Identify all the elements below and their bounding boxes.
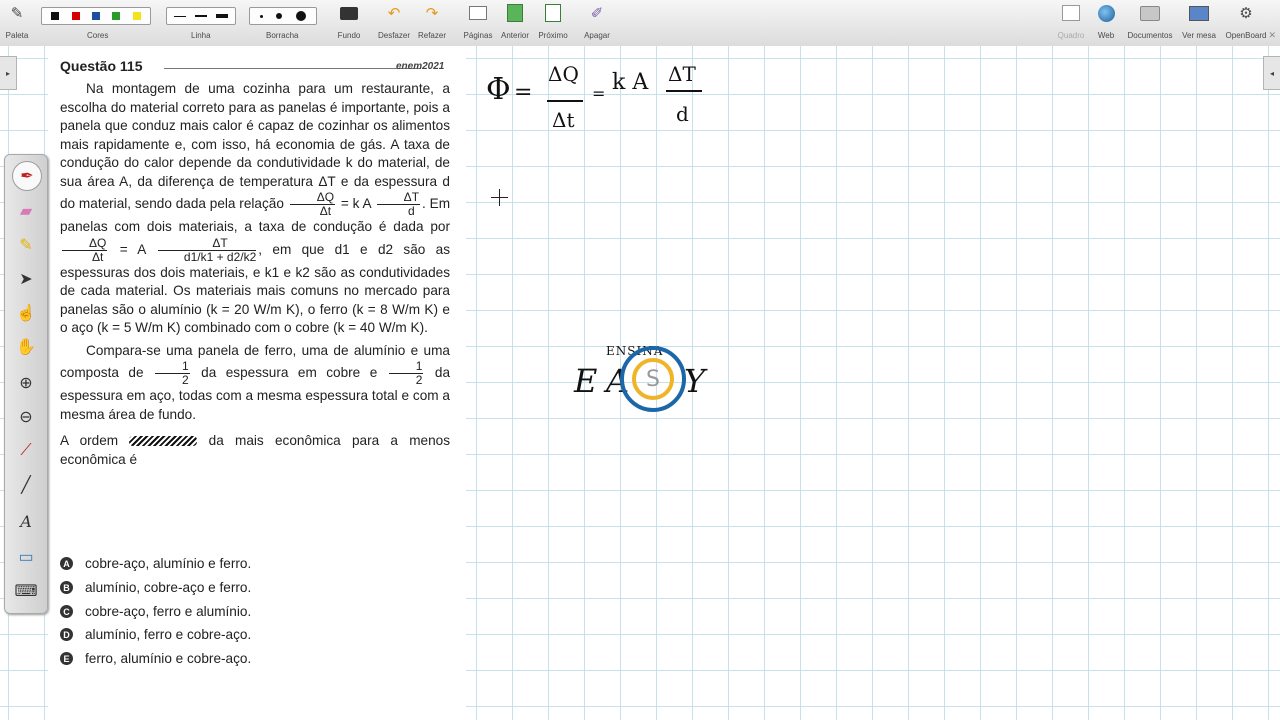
selector-tool-icon[interactable]: ➤	[12, 265, 40, 293]
web-mode-button[interactable]: Web	[1093, 2, 1119, 40]
eraser-label: Borracha	[266, 31, 299, 40]
board-mode-button[interactable]: Quadro	[1055, 2, 1087, 40]
close-icon[interactable]: ✕	[1268, 30, 1276, 41]
previous-page-button[interactable]: Anterior	[498, 2, 532, 40]
paragraph-1: Na montagem de uma cozinha para um resta…	[60, 81, 451, 335]
pen-tool-icon[interactable]: ✒	[12, 161, 42, 191]
eraser-size-selector[interactable]	[249, 7, 317, 25]
question-title: Questão 115	[60, 58, 143, 74]
ensina-easy-logo: ENSINA E A S Y	[570, 340, 710, 424]
exam-tag: enem2021	[396, 61, 445, 72]
zoom-in-icon[interactable]: ⊕	[12, 369, 40, 397]
question-page: Questão 115 enem2021 Na montagem de uma …	[48, 46, 466, 720]
gear-icon: ⚙	[1239, 5, 1253, 22]
title-rule	[164, 68, 420, 69]
hw-ka: k A	[612, 70, 649, 95]
interact-hand-icon[interactable]: ☝	[12, 299, 40, 327]
brush-icon: ✎	[10, 5, 24, 22]
redo-arrow-icon: ↷	[425, 5, 439, 22]
globe-icon	[1095, 2, 1117, 24]
documents-button[interactable]: Documentos	[1124, 2, 1176, 40]
option-a[interactable]: Acobre-aço, alumínio e ferro.	[60, 556, 251, 571]
palette-button[interactable]: ✎ Paleta	[4, 2, 30, 40]
expand-left-icon: ▸	[5, 68, 10, 78]
line-width-selector[interactable]	[166, 7, 236, 25]
pages-button[interactable]: Páginas	[462, 2, 494, 40]
color-selector[interactable]	[41, 7, 151, 25]
small-eraser-option[interactable]	[259, 14, 263, 18]
fraction-half-2: 12	[388, 360, 424, 387]
medium-eraser-option[interactable]	[276, 13, 283, 19]
option-b[interactable]: Balumínio, cobre-aço e ferro.	[60, 580, 251, 595]
eraser-tool-icon[interactable]: ▰	[12, 197, 40, 225]
openboard-menu-button[interactable]: ⚙ OpenBoard	[1224, 2, 1268, 40]
show-desktop-button[interactable]: Ver mesa	[1180, 2, 1218, 40]
hw-den2: d	[676, 102, 689, 126]
grid-background-icon	[338, 2, 360, 24]
right-panel-toggle[interactable]: ◂	[1263, 56, 1280, 90]
scribble-mark	[129, 436, 198, 447]
tools-palette: ✒ ▰ ✎ ➤ ☝ ✋ ⊕ ⊖ ⟋ ╱ A ▭ ⌨	[4, 154, 48, 614]
laser-pointer-icon[interactable]: ⟋	[12, 437, 40, 465]
line-tool-icon[interactable]: ╱	[12, 471, 40, 499]
fraction-dq-dt-2: ΔQ Δt	[62, 236, 108, 264]
hw-num2: ΔT	[668, 62, 696, 86]
left-panel-toggle[interactable]: ▸	[0, 56, 17, 90]
redo-button[interactable]: ↷ Refazer	[416, 2, 448, 40]
thin-line-option[interactable]	[174, 15, 187, 17]
color-green-swatch[interactable]	[112, 12, 121, 20]
hw-fraction-bar-1	[547, 100, 583, 102]
fraction-dq-dt: ΔQ Δt	[289, 191, 336, 218]
hw-equals-2: =	[592, 84, 606, 103]
hw-phi: Φ	[486, 72, 511, 107]
thick-line-option[interactable]	[215, 14, 228, 18]
capture-tool-icon[interactable]: ▭	[12, 543, 40, 571]
fraction-half: 12	[154, 360, 190, 387]
zoom-out-icon[interactable]: ⊖	[12, 403, 40, 431]
medium-line-option[interactable]	[194, 15, 207, 17]
fraction-two-materials: ΔT d1/k1 + d2/k2	[157, 236, 257, 264]
color-blue-swatch[interactable]	[91, 12, 100, 20]
logo-inner-ring: S	[632, 358, 674, 400]
color-yellow-swatch[interactable]	[132, 12, 141, 20]
colors-label: Cores	[87, 31, 109, 40]
fraction-dt-d: ΔT d	[376, 191, 421, 218]
paragraph-2: Compara-se uma panela de ferro, uma de a…	[60, 342, 451, 422]
crosshair-cursor-v	[499, 189, 500, 206]
hw-equals: =	[514, 80, 533, 105]
erase-board-icon: ✐	[590, 5, 604, 22]
keyboard-icon[interactable]: ⌨	[12, 577, 40, 605]
question-text: Na montagem de uma cozinha para um resta…	[60, 80, 450, 469]
hw-den1: Δt	[552, 108, 575, 132]
text-tool-icon[interactable]: A	[12, 507, 40, 535]
next-page-icon	[542, 2, 564, 24]
add-page-icon	[467, 2, 489, 24]
paragraph-3: A ordem da mais econômica para a menos e…	[60, 433, 451, 467]
hw-fraction-bar-2	[666, 90, 702, 92]
undo-arrow-icon: ↶	[387, 5, 401, 22]
next-page-button[interactable]: Próximo	[536, 2, 570, 40]
line-label: Linha	[191, 31, 211, 40]
previous-page-icon	[504, 2, 526, 24]
board-icon	[1060, 2, 1082, 24]
color-red-swatch[interactable]	[71, 12, 80, 20]
option-e[interactable]: Eferro, alumínio e cobre-aço.	[60, 651, 251, 666]
folder-icon	[1139, 2, 1161, 24]
background-button[interactable]: Fundo	[334, 2, 364, 40]
expand-right-icon: ◂	[1269, 68, 1274, 78]
option-d[interactable]: Dalumínio, ferro e cobre-aço.	[60, 627, 251, 642]
color-black-swatch[interactable]	[51, 12, 60, 20]
undo-button[interactable]: ↶ Desfazer	[377, 2, 411, 40]
pan-hand-icon[interactable]: ✋	[12, 333, 40, 361]
hw-num1: ΔQ	[548, 62, 579, 86]
monitor-icon	[1188, 2, 1210, 24]
highlighter-tool-icon[interactable]: ✎	[12, 231, 40, 259]
large-eraser-option[interactable]	[296, 11, 307, 21]
top-toolbar: ✎ Paleta Cores Linha Borracha Fundo ↶ De…	[0, 0, 1280, 47]
delete-page-button[interactable]: ✐ Apagar	[580, 2, 614, 40]
option-c[interactable]: Ccobre-aço, ferro e alumínio.	[60, 604, 251, 619]
